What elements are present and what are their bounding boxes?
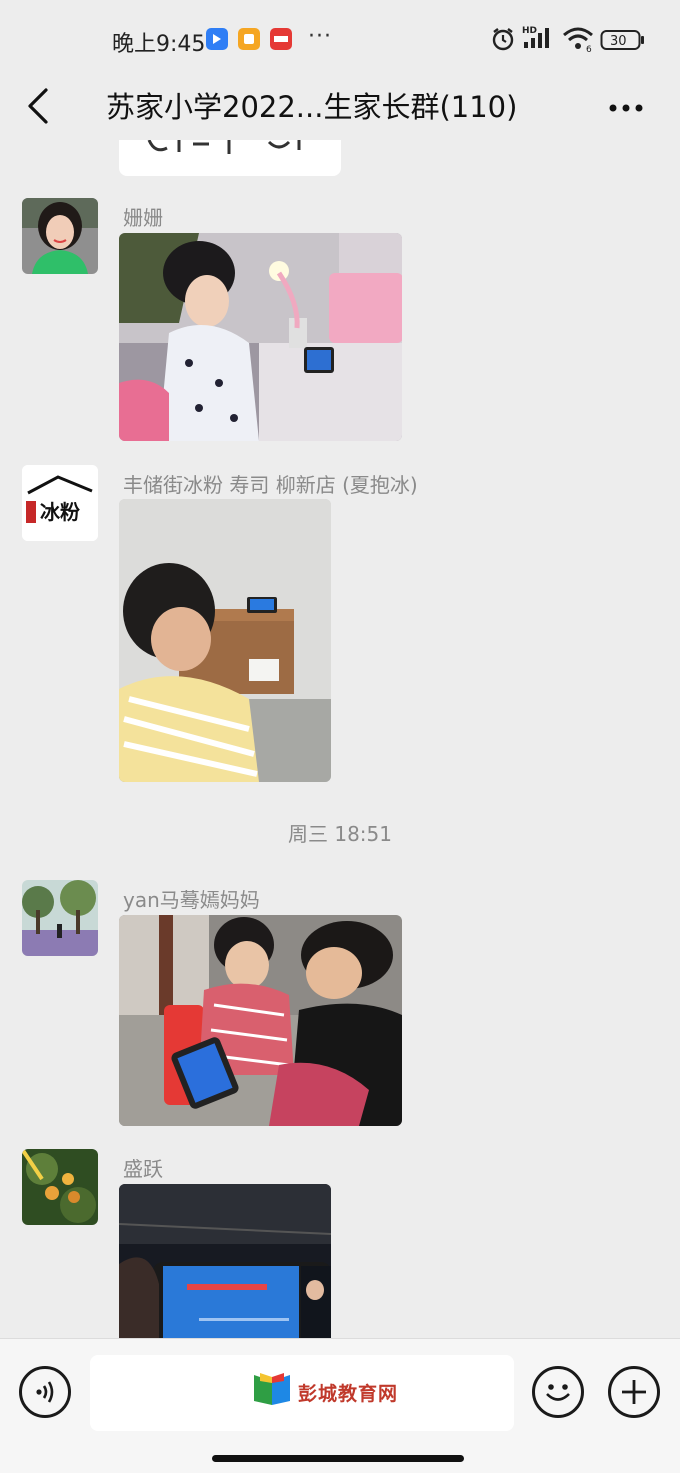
image-message[interactable] xyxy=(119,1184,331,1338)
message-input[interactable]: 彭城教育网 xyxy=(90,1355,514,1431)
status-bar: 晚上9:45 ··· HD 6 30 xyxy=(0,0,680,72)
group-chat-title: 苏家小学2022...生家长群(110) xyxy=(106,90,518,124)
sender-name: 姗姗 xyxy=(123,206,163,230)
svg-text:30: 30 xyxy=(610,34,627,49)
voice-icon xyxy=(36,1381,54,1403)
back-arrow-icon[interactable] xyxy=(22,86,58,126)
smiley-icon xyxy=(546,1384,570,1401)
book-logo-icon xyxy=(252,1371,292,1411)
wifi-icon: 6 xyxy=(562,26,596,56)
image-message[interactable] xyxy=(119,915,402,1126)
notes-app-icon xyxy=(238,28,260,50)
image-message[interactable] xyxy=(119,499,331,782)
avatar-yan[interactable] xyxy=(22,880,98,956)
watermark-text: 彭城教育网 xyxy=(298,1383,399,1405)
signal-icon: HD xyxy=(522,24,556,56)
sender-name: 丰储街冰粉 寿司 柳新店 (夏抱冰) xyxy=(123,473,418,497)
chat-timestamp: 周三 18:51 xyxy=(288,822,392,846)
more-notifications-icon: ··· xyxy=(308,24,332,49)
home-indicator[interactable] xyxy=(212,1455,464,1462)
sender-name: yan马蓦嫣妈妈 xyxy=(123,888,260,912)
more-options-icon[interactable] xyxy=(608,98,644,117)
svg-text:冰粉: 冰粉 xyxy=(40,500,80,524)
avatar-shop[interactable]: 冰粉 xyxy=(22,465,98,541)
svg-text:6: 6 xyxy=(586,45,592,52)
previous-message-bubble[interactable] xyxy=(119,140,341,176)
alarm-icon xyxy=(490,26,516,56)
plus-icon xyxy=(622,1380,646,1404)
svg-text:HD: HD xyxy=(522,26,537,36)
chat-input-bar: 彭城教育网 xyxy=(0,1338,680,1473)
battery-icon: 30 xyxy=(600,29,646,55)
emoji-button[interactable] xyxy=(532,1366,584,1418)
avatar-shengyue[interactable] xyxy=(22,1149,98,1225)
shopping-app-icon xyxy=(270,28,292,50)
chat-header: 苏家小学2022...生家长群(110) xyxy=(0,72,680,148)
sender-name: 盛跃 xyxy=(123,1157,163,1181)
add-more-button[interactable] xyxy=(608,1366,660,1418)
avatar-shanshan[interactable] xyxy=(22,198,98,274)
voice-input-button[interactable] xyxy=(19,1366,71,1418)
navigation-app-icon xyxy=(206,28,228,50)
image-message[interactable] xyxy=(119,233,402,441)
status-time: 晚上9:45 xyxy=(112,32,206,57)
